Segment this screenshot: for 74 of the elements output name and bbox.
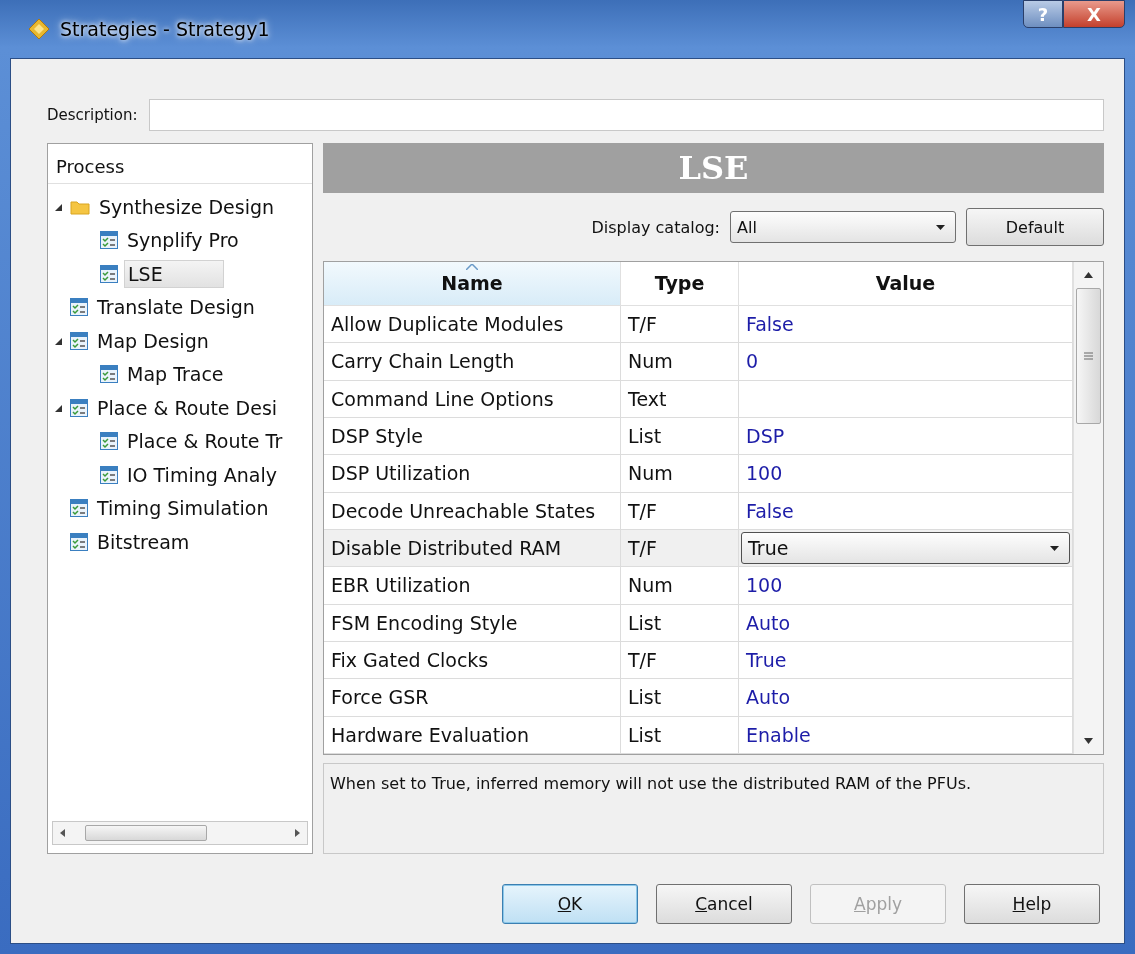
tree-item[interactable]: Timing Simulation [94,495,272,522]
tree-item[interactable]: Place & Route Desi [94,394,281,421]
checklist-icon [70,398,88,417]
grip-icon [1084,352,1093,360]
table-cell: Disable Distributed RAM [324,529,621,567]
dialog-button[interactable]: OK [502,884,638,924]
checklist-icon [100,365,118,384]
checklist-icon [70,499,88,518]
checklist-icon [100,465,118,484]
tree-item[interactable]: IO Timing Analy [124,461,281,488]
tree-item[interactable]: Map Design [94,327,212,354]
tree-item[interactable]: Map Trace [124,361,227,388]
table-cell: Force GSR [324,679,621,716]
table-cell: DSP Utilization [324,455,621,492]
table-cell: T/F [621,492,739,529]
table-cell: Decode Unreachable States [324,492,621,529]
table-cell: EBR Utilization [324,567,621,604]
table-cell: Fix Gated Clocks [324,641,621,679]
description-label: Description: [47,106,138,124]
table-cell: FSM Encoding Style [324,604,621,641]
table-cell: Num [621,567,739,604]
table-cell: List [621,716,739,753]
table-cell: Allow Duplicate Modules [324,305,621,343]
table-cell: List [621,604,739,641]
checklist-icon [100,432,118,451]
tree-item[interactable]: Synthesize Design [96,193,277,220]
tree-item[interactable]: Translate Design [94,294,258,321]
tree-heading: Process [48,144,312,184]
catalog-label: Display catalog: [591,217,720,237]
panel-title: LSE [323,143,1104,193]
table-cell: Num [621,343,739,380]
checklist-icon [100,264,118,283]
tree-item[interactable]: LSE [124,259,224,288]
table-cell: Carry Chain Length [324,343,621,380]
checklist-icon [70,298,88,317]
checklist-icon [100,231,118,250]
default-button[interactable]: Default [966,208,1104,246]
checklist-icon [70,331,88,350]
help-text: When set to True, inferred memory will not use the distributed RAM of the PFUs. [323,763,1104,854]
tree-item[interactable]: Synplify Pro [124,227,242,254]
description-field[interactable] [149,99,1104,131]
window-title: Strategies - Strategy1 [60,18,270,40]
table-cell: Hardware Evaluation [324,716,621,753]
horizontal-scrollbar[interactable] [52,821,308,845]
table-cell: T/F [621,305,739,343]
table-cell: Num [621,455,739,492]
tree-item[interactable]: Bitstream [94,528,193,555]
value-dropdown[interactable]: True [741,531,1070,565]
table-cell: T/F [621,529,739,567]
down-arrow-icon [1084,738,1093,744]
sort-caret-icon [466,264,478,270]
table-cell: Command Line Options [324,380,621,417]
tree-item[interactable]: Place & Route Tr [124,428,286,455]
dialog-button[interactable]: Help [964,884,1100,924]
table-cell: List [621,679,739,716]
dropdown-caret-icon [936,224,945,230]
up-arrow-icon [1084,272,1093,278]
dropdown-caret-icon [1050,545,1059,551]
app-icon [28,18,50,40]
folder-icon [70,198,90,215]
dialog-button[interactable]: Cancel [656,884,792,924]
table-cell: Text [621,380,739,417]
column-header[interactable]: Type [621,262,739,305]
column-header[interactable]: Name [324,262,621,305]
table-cell: List [621,417,739,455]
right-arrow-icon [293,829,301,837]
scrollbar-thumb[interactable] [85,825,207,841]
table-cell: DSP Style [324,417,621,455]
checklist-icon [70,532,88,551]
left-arrow-icon [59,829,67,837]
scrollbar-thumb[interactable] [1076,288,1101,424]
catalog-dropdown[interactable]: All [730,211,956,243]
vertical-scrollbar[interactable] [1073,262,1103,754]
table-cell: T/F [621,641,739,679]
